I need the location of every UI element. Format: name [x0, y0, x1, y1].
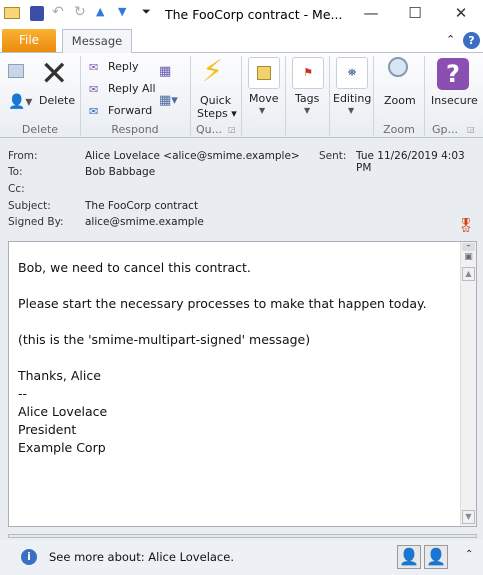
- body-line: Thanks, Alice: [18, 368, 101, 383]
- scroll-up-button[interactable]: ▲: [462, 267, 475, 281]
- body-line: President: [18, 422, 77, 437]
- junk-icon[interactable]: 👤▾: [8, 94, 32, 110]
- to-label: To:: [8, 166, 23, 178]
- scroll-down-button[interactable]: ▼: [462, 510, 475, 524]
- from-label: From:: [8, 150, 38, 162]
- mail-icon: [4, 7, 20, 19]
- help-icon[interactable]: ?: [463, 32, 480, 49]
- move-icon[interactable]: [248, 57, 280, 89]
- magnifier-icon[interactable]: [388, 57, 408, 77]
- editing-button[interactable]: Editing: [333, 92, 371, 105]
- info-icon: i: [21, 549, 37, 565]
- delete-icon[interactable]: ✕: [40, 54, 69, 94]
- group-label-respond: Respond: [111, 123, 159, 136]
- undo-icon[interactable]: ↶: [52, 4, 64, 20]
- up-arrow-icon[interactable]: ▲: [96, 5, 104, 18]
- subject-value: The FooCorp contract: [85, 200, 199, 212]
- avatar[interactable]: 👤: [397, 545, 421, 569]
- group-label-zoom: Zoom: [383, 123, 415, 136]
- customize-icon[interactable]: ⏷: [142, 5, 151, 19]
- chevron-down-icon: ▼: [304, 106, 311, 115]
- cc-label: Cc:: [8, 183, 25, 195]
- maximize-button[interactable]: ☐: [400, 4, 430, 26]
- chevron-down-icon: ▼: [259, 106, 266, 115]
- split-icon[interactable]: –: [462, 242, 475, 251]
- signed-by-value: alice@smime.example: [85, 216, 204, 228]
- quick-steps-button-line2[interactable]: Steps ▾: [197, 107, 237, 120]
- meeting-icon[interactable]: ▦: [159, 64, 171, 79]
- minimize-button[interactable]: —: [356, 4, 386, 26]
- more-respond-icon[interactable]: ▦▾: [159, 93, 178, 108]
- insecure-icon[interactable]: ?: [437, 58, 469, 90]
- title-bar: ↶ ↻ ▲ ▼ ⏷ The FooCorp contract - Me... —…: [0, 0, 483, 30]
- tags-button[interactable]: Tags: [295, 92, 319, 105]
- forward-button[interactable]: Forward: [108, 104, 152, 117]
- sent-label: Sent:: [319, 150, 347, 162]
- group-label-quick-steps: Qu...: [195, 123, 223, 136]
- message-body[interactable]: Bob, we need to cancel this contract. Pl…: [8, 241, 477, 527]
- window-title: The FooCorp contract - Me...: [165, 7, 343, 22]
- body-line: Example Corp: [18, 440, 106, 455]
- people-pane-splitter[interactable]: [8, 534, 477, 538]
- avatar[interactable]: 👤: [424, 545, 448, 569]
- subject-label: Subject:: [8, 200, 51, 212]
- redo-icon[interactable]: ↻: [74, 4, 86, 20]
- divider: [190, 56, 191, 136]
- tab-file[interactable]: File: [2, 29, 56, 52]
- reply-all-button[interactable]: Reply All: [108, 82, 156, 95]
- divider: [424, 56, 425, 136]
- insecure-button[interactable]: Insecure: [431, 94, 478, 107]
- body-line: (this is the 'smime-multipart-signed' me…: [18, 332, 311, 347]
- from-value[interactable]: Alice Lovelace <alice@smime.example>: [85, 150, 300, 162]
- sent-value: Tue 11/26/2019 4:03 PM: [356, 150, 465, 174]
- quick-steps-label: Steps: [197, 107, 228, 120]
- binoculars-icon[interactable]: ⛯: [336, 57, 368, 89]
- scrollbar[interactable]: – ▣ ▲ ▼: [460, 242, 476, 526]
- see-more-text[interactable]: See more about: Alice Lovelace.: [49, 550, 234, 564]
- chevron-up-icon[interactable]: ⌃: [465, 549, 473, 560]
- body-line: --: [18, 386, 28, 401]
- reply-button[interactable]: Reply: [108, 60, 138, 73]
- down-arrow-icon[interactable]: ▼: [118, 5, 126, 18]
- group-label-delete: Delete: [21, 123, 59, 136]
- tab-message[interactable]: Message: [62, 29, 132, 53]
- divider: [241, 56, 242, 136]
- flag-icon[interactable]: ⚑: [292, 57, 324, 89]
- dialog-launcher-icon[interactable]: ◲: [228, 125, 236, 134]
- signed-by-label: Signed By:: [8, 216, 64, 228]
- body-line: Bob, we need to cancel this contract.: [18, 260, 251, 275]
- close-button[interactable]: ✕: [446, 4, 476, 26]
- delete-button[interactable]: Delete: [39, 94, 75, 107]
- signature-ribbon-icon[interactable]: 🎖: [457, 218, 475, 234]
- view-icon[interactable]: ▣: [462, 252, 475, 265]
- collapse-ribbon-icon[interactable]: ⌃: [446, 33, 455, 46]
- divider: [329, 56, 330, 136]
- body-line: Alice Lovelace: [18, 404, 108, 419]
- reply-all-icon: ✉: [89, 83, 99, 96]
- quick-steps-button[interactable]: Quick: [200, 94, 231, 107]
- zoom-button[interactable]: Zoom: [384, 94, 416, 107]
- body-line: Please start the necessary processes to …: [18, 296, 427, 311]
- divider: [285, 56, 286, 136]
- reply-icon: ✉: [89, 61, 99, 74]
- ignore-icon[interactable]: [8, 64, 24, 78]
- chevron-down-icon: ▼: [348, 106, 355, 115]
- group-label-gp: Gp...: [432, 123, 458, 136]
- move-button[interactable]: Move: [249, 92, 279, 105]
- lightning-icon[interactable]: ⚡: [202, 54, 223, 89]
- save-icon[interactable]: [30, 6, 44, 21]
- forward-icon: ✉: [89, 105, 99, 118]
- dialog-launcher-icon[interactable]: ◲: [467, 125, 475, 134]
- to-value[interactable]: Bob Babbage: [85, 166, 155, 178]
